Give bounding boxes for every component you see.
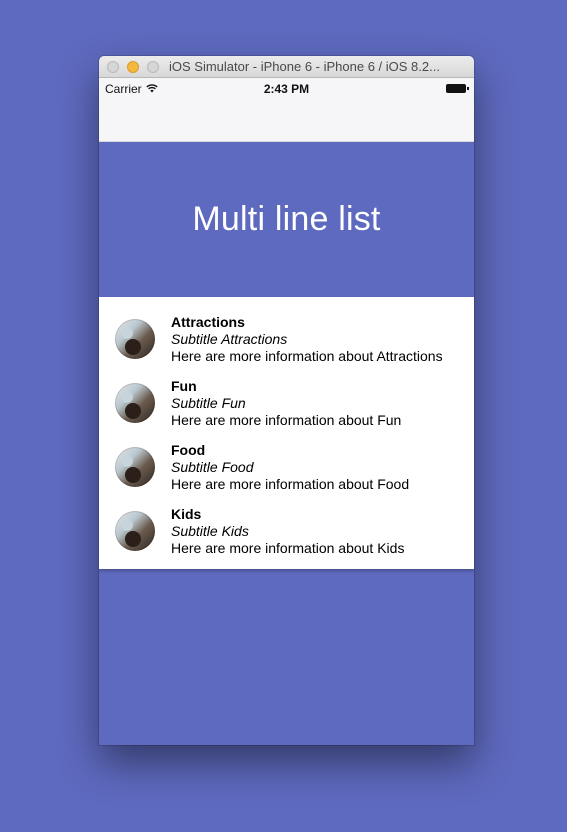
list-item-title: Fun [171, 378, 197, 394]
multi-line-list: Attractions Subtitle Attractions Here ar… [99, 297, 474, 569]
list-header: Multi line list [99, 142, 474, 297]
list-item-title: Kids [171, 506, 202, 522]
list-item-description: Here are more information about Food [171, 476, 410, 492]
list-item-subtitle: Subtitle Food [171, 459, 254, 475]
list-item-food[interactable]: Food Subtitle Food Here are more informa… [99, 440, 474, 500]
status-time: 2:43 PM [263, 82, 310, 96]
minimize-window-button[interactable] [127, 61, 139, 73]
zoom-window-button[interactable] [147, 61, 159, 73]
close-window-button[interactable] [107, 61, 119, 73]
simulator-window: iOS Simulator - iPhone 6 - iPhone 6 / iO… [99, 56, 474, 745]
list-item-description: Here are more information about Attracti… [171, 348, 443, 364]
window-title: iOS Simulator - iPhone 6 - iPhone 6 / iO… [169, 59, 440, 74]
window-titlebar[interactable]: iOS Simulator - iPhone 6 - iPhone 6 / iO… [99, 56, 474, 78]
battery-icon [446, 84, 469, 93]
list-item-attractions[interactable]: Attractions Subtitle Attractions Here ar… [99, 312, 474, 372]
list-item-title: Food [171, 442, 206, 458]
list-item-fun[interactable]: Fun Subtitle Fun Here are more informati… [99, 376, 474, 436]
page-title: Multi line list [192, 200, 381, 238]
status-bar: Carrier 2:43 PM [99, 78, 474, 142]
list-item-title: Attractions [171, 314, 245, 330]
list-item-subtitle: Subtitle Fun [171, 395, 246, 411]
list-item-description: Here are more information about Kids [171, 540, 405, 556]
list-item-kids[interactable]: Kids Subtitle Kids Here are more informa… [99, 504, 474, 564]
avatar [115, 319, 155, 359]
avatar [115, 447, 155, 487]
avatar [115, 383, 155, 423]
avatar [115, 511, 155, 551]
list-item-subtitle: Subtitle Kids [171, 523, 249, 539]
list-item-subtitle: Subtitle Attractions [171, 331, 288, 347]
list-item-description: Here are more information about Fun [171, 412, 402, 428]
